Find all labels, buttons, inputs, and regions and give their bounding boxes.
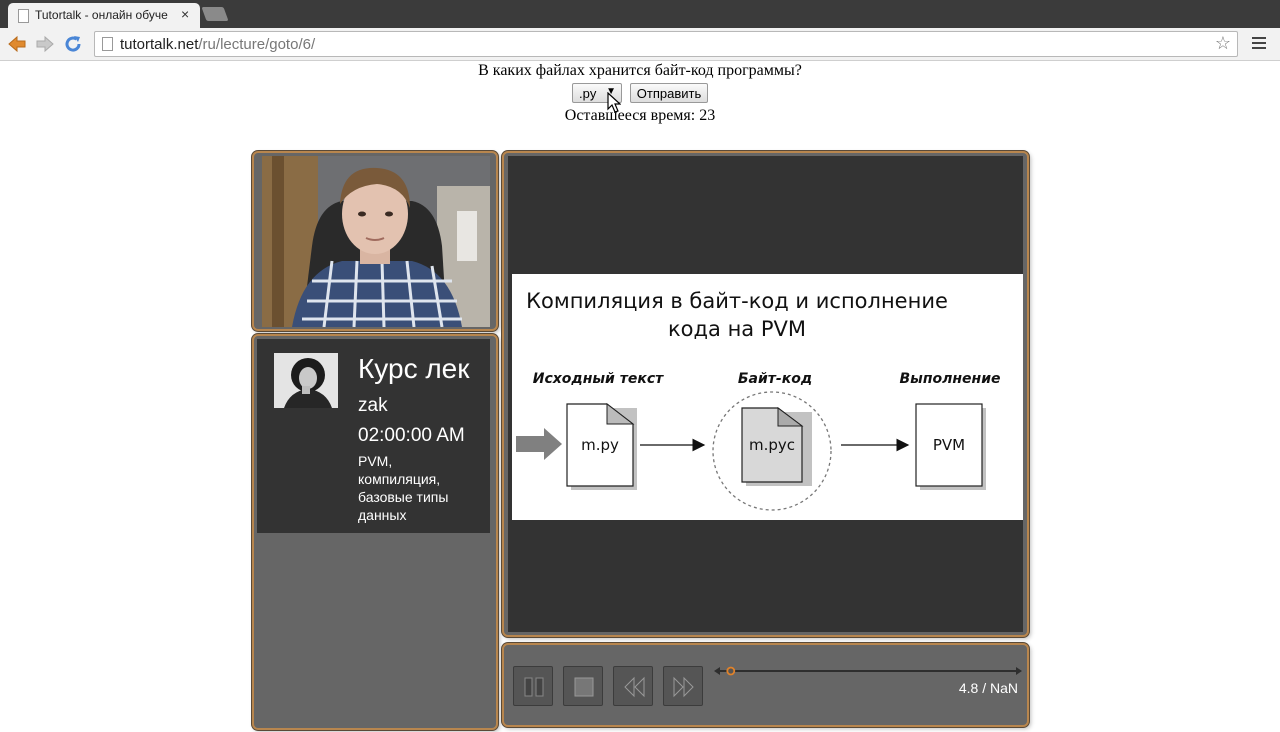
slide-diagram: Компиляция в байт-код и исполнение кода … [516,289,1001,511]
player-controls: 4.8 / NaN [502,643,1029,727]
slide-title-line2: кода на PVM [668,317,806,341]
source-label: Исходный текст [533,371,664,387]
remaining-time: Оставшееся время: 23 [564,107,716,124]
slide-panel: Компиляция в байт-код и исполнение кода … [502,151,1029,637]
slide: Компиляция в байт-код и исполнение кода … [512,274,1023,520]
fast-forward-icon [673,676,694,698]
bookmark-star-icon[interactable]: ☆ [1215,33,1231,54]
course-title: Курс лек [358,353,470,384]
forward-arrow-icon [36,35,54,53]
stop-icon [574,677,594,697]
reload-icon [65,36,81,52]
reload-button[interactable] [62,33,84,55]
lecturer-avatar [274,353,338,408]
slide-viewport: Компиляция в байт-код и исполнение кода … [508,156,1023,632]
browser-toolbar: tutortalk.net/ru/lecture/goto/6/ ☆ [0,28,1280,61]
submit-button[interactable]: Отправить [630,83,708,103]
answer-select-value: .py [579,86,597,101]
pause-button[interactable] [513,666,553,706]
url-text: tutortalk.net/ru/lecture/goto/6/ [120,36,316,53]
bytecode-label: Байт-код [738,371,812,387]
seek-handle [726,666,736,676]
lecturer-name: zak [358,395,388,416]
lecture-info-panel: Курс лек zak 02:00:00 AM PVM, компиляция… [252,334,498,730]
playback-time: 4.8 / NaN [958,680,1018,696]
input-arrow-icon [516,428,562,460]
page-icon [102,37,113,51]
seek-bar[interactable] [714,664,1022,678]
exec-label: Выполнение [899,371,1000,387]
slide-title-line1: Компиляция в байт-код и исполнение [526,289,948,313]
page-favicon-icon [18,9,29,23]
forward-button[interactable] [34,33,56,55]
new-tab-button[interactable] [201,7,229,21]
source-file-name: m.py [581,436,619,454]
lecture-time: 02:00:00 AM [358,425,465,446]
stop-button[interactable] [563,666,603,706]
webcam-image [262,156,490,327]
rewind-button[interactable] [613,666,653,706]
pause-icon [524,677,544,697]
lecture-info-box: Курс лек zak 02:00:00 AM PVM, компиляция… [257,339,490,533]
back-arrow-icon [8,35,26,53]
webcam-panel [252,151,498,331]
tab-title: Tutortalk - онлайн обуче [35,8,168,22]
tab-close-icon[interactable]: × [181,6,189,22]
webcam-video[interactable] [262,156,490,327]
address-bar[interactable]: tutortalk.net/ru/lecture/goto/6/ ☆ [94,31,1238,57]
lecturer-photo [274,353,338,408]
quiz-question: В каких файлах хранится байт-код програм… [478,62,802,79]
back-button[interactable] [6,33,28,55]
pvm-box-label: PVM [933,436,965,454]
browser-tabbar: Tutortalk - онлайн обуче × [0,0,1280,28]
bytecode-file-name: m.pyc [749,436,795,454]
lecture-topics: PVM, компиляция, базовые типы данных [358,453,449,523]
rewind-icon [624,676,645,698]
fast-forward-button[interactable] [663,666,703,706]
browser-tab[interactable]: Tutortalk - онлайн обуче × [8,3,200,28]
mouse-cursor-icon [607,92,621,113]
menu-hamburger-icon[interactable] [1252,37,1266,51]
